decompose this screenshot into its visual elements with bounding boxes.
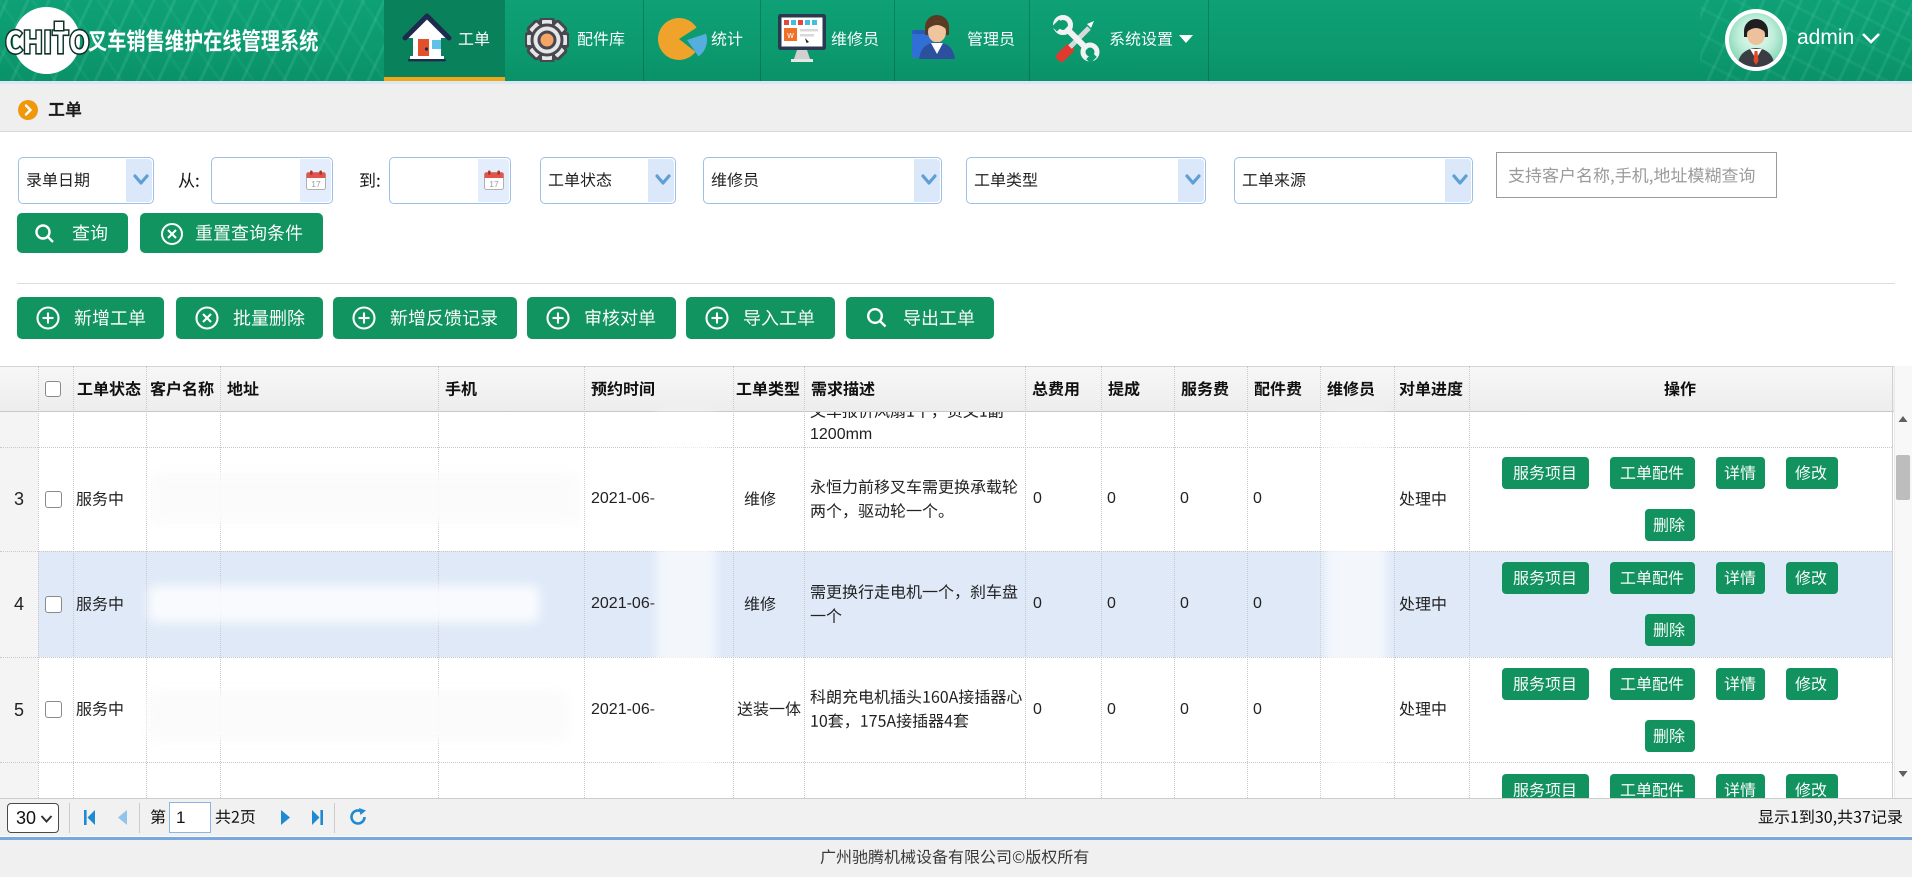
svg-text:w: w xyxy=(786,30,794,40)
svg-text:17: 17 xyxy=(489,179,499,189)
svg-text:17: 17 xyxy=(311,179,321,189)
